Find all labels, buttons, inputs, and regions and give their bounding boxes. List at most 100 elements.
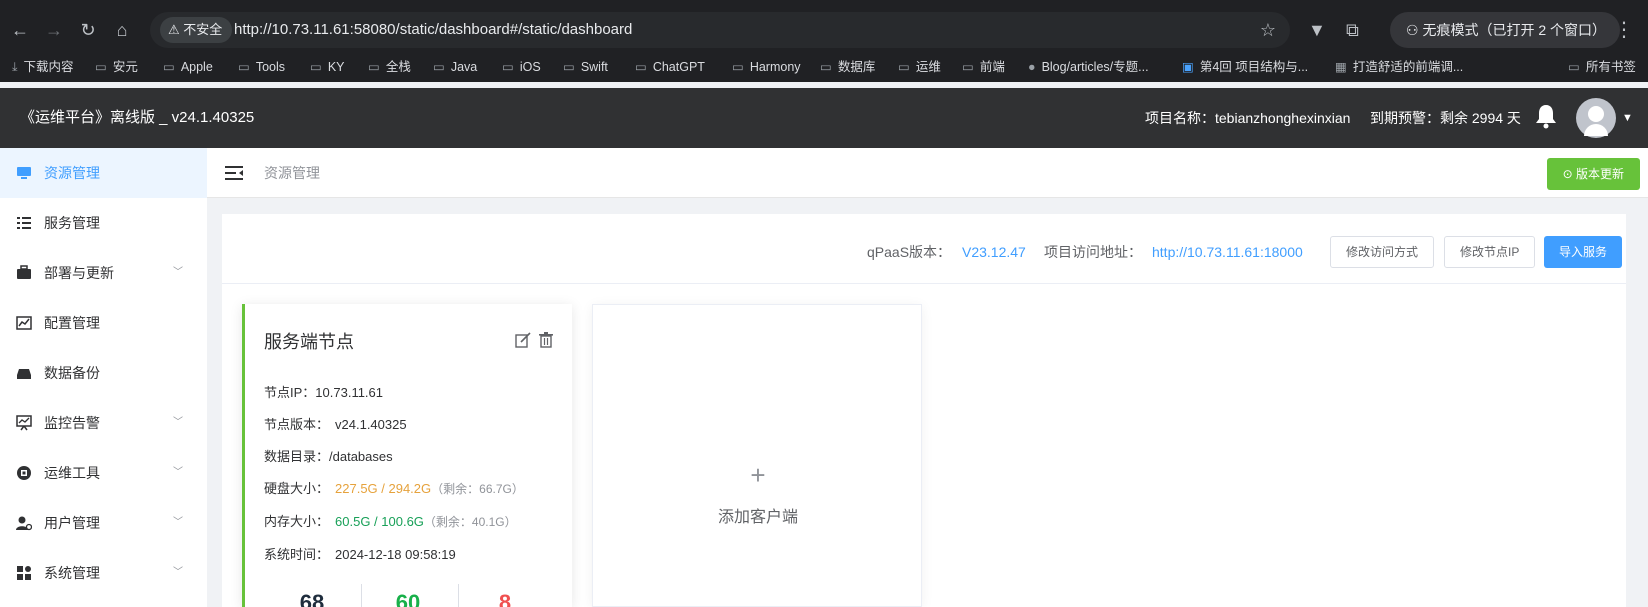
sidebar-item-monitor[interactable]: 监控告警 ﹀ bbox=[0, 398, 207, 448]
app-title: 《运维平台》离线版 _ v24.1.40325 bbox=[20, 109, 255, 126]
folder-icon: ▭ bbox=[898, 60, 910, 74]
forward-icon[interactable]: → bbox=[40, 16, 68, 44]
project-name: 项目名称：tebianzhonghexinxian bbox=[1145, 110, 1351, 126]
qpaas-version-label: qPaaS版本： bbox=[867, 244, 952, 260]
menu-kebab-icon[interactable]: ⋮ bbox=[1614, 16, 1634, 44]
download-icon: ⤓ bbox=[12, 60, 18, 74]
bookmark-folder[interactable]: ▭ 安元 bbox=[95, 52, 138, 82]
caret-down-icon[interactable]: ▼ bbox=[1622, 88, 1633, 148]
sidebar-item-tools[interactable]: 运维工具 ﹀ bbox=[0, 448, 207, 498]
server-node-card: 服务端节点 节点IP：10.73.11.61 节点版本： v24.1.40325 … bbox=[242, 304, 572, 607]
bilibili-icon: ▣ bbox=[1182, 60, 1194, 74]
list-icon bbox=[17, 217, 31, 229]
folder-icon: ▭ bbox=[95, 60, 107, 74]
sidebar-item-system[interactable]: 系统管理 ﹀ bbox=[0, 548, 207, 598]
sidebar-item-config[interactable]: 配置管理 bbox=[0, 298, 207, 348]
breadcrumb-bar: 资源管理 ⊙ 版本更新 bbox=[207, 148, 1648, 198]
bookmark-folder[interactable]: ▭ Apple bbox=[163, 52, 213, 82]
bookmark-folder[interactable]: ▭ Harmony bbox=[732, 52, 801, 82]
avatar-icon: ▦ bbox=[1335, 60, 1347, 74]
back-icon[interactable]: ← bbox=[6, 16, 34, 44]
folder-icon: ▭ bbox=[238, 60, 250, 74]
bookmark-folder[interactable]: ▭ 运维 bbox=[898, 52, 941, 82]
insecure-badge[interactable]: ⚠ 不安全 bbox=[160, 17, 233, 43]
bookmark-folder[interactable]: ▭ 全栈 bbox=[368, 52, 411, 82]
modify-access-button[interactable]: 修改访问方式 bbox=[1330, 236, 1435, 268]
sidebar-item-backup[interactable]: 数据备份 bbox=[0, 348, 207, 398]
folder-icon: ▭ bbox=[368, 60, 380, 74]
add-client-label: 添加客户端 bbox=[717, 509, 798, 526]
trash-icon[interactable] bbox=[538, 332, 554, 348]
modify-node-ip-button[interactable]: 修改节点IP bbox=[1444, 236, 1536, 268]
memory-size-row: 内存大小： 60.5G / 100.6G（剩余：40.1G） bbox=[264, 514, 517, 529]
sidebar-item-service[interactable]: 服务管理 bbox=[0, 198, 207, 248]
import-service-button[interactable]: 导入服务 bbox=[1544, 236, 1623, 268]
resource-panel: qPaaS版本： V23.12.47 项目访问地址： http://10.73.… bbox=[222, 214, 1626, 607]
puzzle-icon[interactable]: ⧉ bbox=[1346, 16, 1359, 44]
folder-icon: ▭ bbox=[820, 60, 832, 74]
node-ip-row: 节点IP：10.73.11.61 bbox=[264, 385, 384, 400]
avatar[interactable] bbox=[1576, 98, 1616, 138]
stat-stopped: 8 bbox=[498, 590, 512, 607]
bookmark-downloads[interactable]: ⤓ 下载内容 bbox=[12, 52, 74, 82]
edit-icon[interactable] bbox=[515, 332, 531, 348]
bookmark-folder[interactable]: ▭ iOS bbox=[502, 52, 541, 82]
chevron-down-icon: ﹀ bbox=[173, 517, 183, 528]
grid-icon bbox=[17, 566, 31, 580]
bookmark-article[interactable]: ▦ 打造舒适的前端调... bbox=[1335, 52, 1463, 82]
qpaas-version-value: V23.12.47 bbox=[962, 244, 1026, 260]
monitor-chart-icon bbox=[16, 415, 32, 431]
browser-toolbar: ← → ↻ ⌂ ⚠ 不安全 http://10.73.11.61:58080/s… bbox=[0, 0, 1648, 58]
chevron-down-icon: ﹀ bbox=[173, 417, 183, 428]
address-row: ← → ↻ ⌂ ⚠ 不安全 http://10.73.11.61:58080/s… bbox=[0, 8, 1648, 52]
folder-icon: ▭ bbox=[310, 60, 322, 74]
card-title: 服务端节点 bbox=[264, 332, 354, 352]
sidebar-item-users[interactable]: 用户管理 ﹀ bbox=[0, 498, 207, 548]
chevron-down-icon: ﹀ bbox=[173, 467, 183, 478]
stat-divider bbox=[458, 584, 459, 607]
bell-icon[interactable] bbox=[1535, 103, 1557, 129]
folder-icon: ▭ bbox=[962, 60, 974, 74]
url-text[interactable]: http://10.73.11.61:58080/static/dashboar… bbox=[234, 12, 632, 48]
briefcase-icon bbox=[17, 265, 31, 279]
project-address-link[interactable]: http://10.73.11.61:18000 bbox=[1152, 236, 1303, 268]
bookmark-folder[interactable]: ▭ 数据库 bbox=[820, 52, 875, 82]
bookmark-github[interactable]: ● Blog/articles/专题... bbox=[1028, 52, 1149, 82]
panel-header: qPaaS版本： V23.12.47 项目访问地址： http://10.73.… bbox=[222, 214, 1626, 284]
folder-icon: ▭ bbox=[502, 60, 514, 74]
expiry-warning: 到期预警：剩余 2994 天 bbox=[1370, 110, 1521, 126]
plus-icon: + bbox=[750, 460, 766, 490]
chevron-down-icon: ﹀ bbox=[173, 267, 183, 278]
bookmarks-bar: ⤓ 下载内容 ▭ 安元 ▭ Apple ▭ Tools ▭ KY ▭ 全栈 ▭ Java ▭ i… bbox=[0, 52, 1648, 82]
menu-fold-icon[interactable] bbox=[225, 165, 243, 181]
extension-v-icon[interactable]: ▼ bbox=[1308, 16, 1326, 44]
add-client-card[interactable]: + 添加客户端 bbox=[592, 304, 922, 607]
stat-divider bbox=[361, 584, 362, 607]
reload-icon[interactable]: ↻ bbox=[74, 16, 102, 44]
home-icon[interactable]: ⌂ bbox=[108, 16, 136, 44]
breadcrumb[interactable]: 资源管理 bbox=[264, 148, 320, 198]
tool-icon bbox=[17, 466, 31, 480]
sidebar: 资源管理 服务管理 部署与更新 ﹀ 配置管理 数据备份 监控告警 ﹀ 运维工具 … bbox=[0, 148, 207, 607]
folder-icon: ▭ bbox=[433, 60, 445, 74]
star-icon[interactable]: ☆ bbox=[1260, 12, 1276, 48]
version-update-button[interactable]: ⊙ 版本更新 bbox=[1546, 158, 1640, 190]
github-icon: ● bbox=[1028, 60, 1036, 74]
bookmark-folder[interactable]: ▭ 前端 bbox=[962, 52, 1005, 82]
sidebar-item-resource[interactable]: 资源管理 bbox=[0, 148, 207, 198]
bookmark-folder[interactable]: ▭ Java bbox=[433, 52, 477, 82]
omnibox[interactable]: ⚠ 不安全 http://10.73.11.61:58080/static/da… bbox=[150, 12, 1290, 48]
bookmark-folder[interactable]: ▭ Swift bbox=[563, 52, 608, 82]
bookmark-folder[interactable]: ▭ ChatGPT bbox=[635, 52, 705, 82]
disk-size-row: 硬盘大小： 227.5G / 294.2G（剩余：66.7G） bbox=[264, 481, 524, 496]
incognito-icon: ⚇ bbox=[1406, 22, 1419, 38]
stat-total: 68 bbox=[299, 590, 325, 607]
bookmark-bilibili[interactable]: ▣ 第4回 项目结构与... bbox=[1182, 52, 1308, 82]
bookmark-folder[interactable]: ▭ KY bbox=[310, 52, 345, 82]
app-header: 《运维平台》离线版 _ v24.1.40325 项目名称：tebianzhong… bbox=[0, 88, 1648, 148]
bookmark-folder[interactable]: ▭ Tools bbox=[238, 52, 285, 82]
chart-icon bbox=[16, 316, 32, 330]
sidebar-item-deploy[interactable]: 部署与更新 ﹀ bbox=[0, 248, 207, 298]
incognito-indicator[interactable]: ⚇ 无痕模式（已打开 2 个窗口） bbox=[1390, 12, 1620, 48]
bookmark-all[interactable]: ▭ 所有书签 bbox=[1568, 52, 1636, 82]
